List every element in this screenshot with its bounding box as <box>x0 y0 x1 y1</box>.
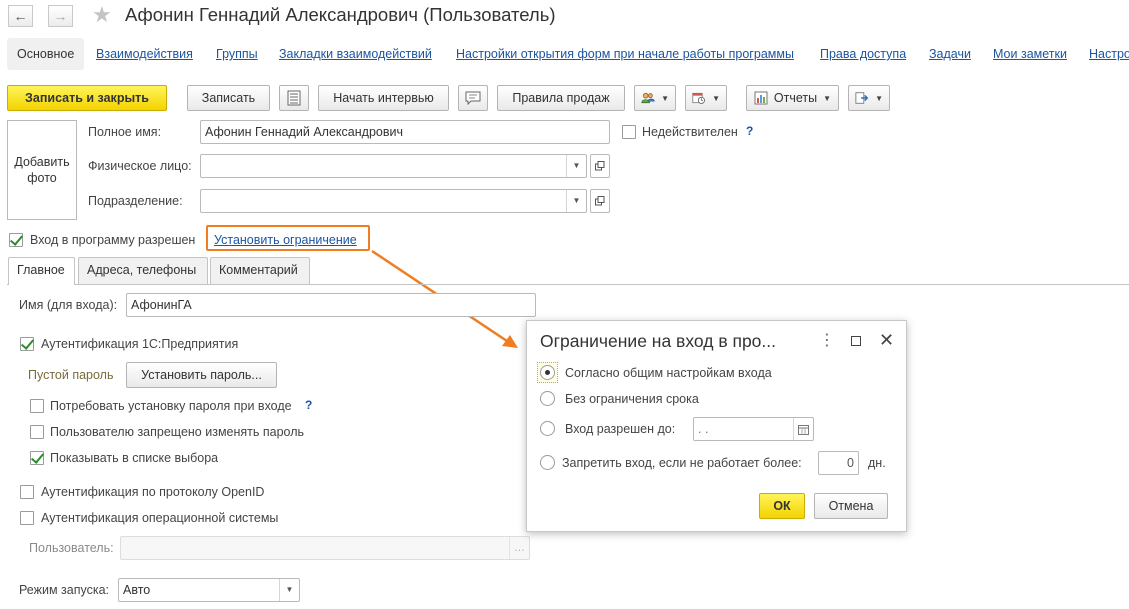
option-allowed-until-label: Вход разрешен до: <box>565 422 676 436</box>
os-user-input: … <box>120 536 530 560</box>
radio-deny-if-inactive[interactable] <box>540 455 555 470</box>
option-no-time-limit-label: Без ограничения срока <box>565 392 699 406</box>
tab-main[interactable]: Главное <box>8 257 75 285</box>
days-unit-label: дн. <box>868 456 886 470</box>
tab-comment[interactable]: Комментарий <box>210 257 310 284</box>
ellipsis-icon: … <box>509 537 529 559</box>
calendar-grid-icon <box>798 424 809 435</box>
launch-mode-select[interactable]: Авто ▼ <box>118 578 300 602</box>
option-general-settings-label: Согласно общим настройкам входа <box>565 366 772 380</box>
auth-1c-checkbox[interactable] <box>20 337 34 351</box>
close-icon[interactable]: ✕ <box>879 331 894 349</box>
dialog-title: Ограничение на вход в про... <box>540 331 777 351</box>
option-deny-if-inactive-label: Запретить вход, если не работает более: <box>562 456 802 470</box>
more-vertical-icon[interactable]: ⋮ <box>819 333 835 349</box>
os-auth-label: Аутентификация операционной системы <box>41 511 279 525</box>
allowed-until-date-input[interactable]: . . <box>693 417 814 441</box>
login-name-label: Имя (для входа): <box>19 298 118 312</box>
radio-no-time-limit[interactable] <box>540 391 555 406</box>
openid-checkbox[interactable] <box>20 485 34 499</box>
tab-addresses[interactable]: Адреса, телефоны <box>78 257 208 284</box>
openid-label: Аутентификация по протоколу OpenID <box>41 485 265 499</box>
allowed-until-date-value: . . <box>698 422 709 436</box>
forbid-change-password-label: Пользователю запрещено изменять пароль <box>50 425 305 439</box>
launch-mode-label: Режим запуска: <box>19 583 109 597</box>
require-password-checkbox[interactable] <box>30 399 44 413</box>
launch-mode-value: Авто <box>123 583 151 597</box>
cancel-button[interactable]: Отмена <box>814 493 888 519</box>
require-password-label: Потребовать установку пароля при входе <box>50 399 292 413</box>
maximize-icon[interactable] <box>851 336 861 346</box>
login-name-input[interactable]: АфонинГА <box>126 293 536 317</box>
show-in-list-checkbox[interactable] <box>30 451 44 465</box>
help-icon[interactable]: ? <box>305 398 312 412</box>
tab-divider <box>7 284 1129 285</box>
os-user-label: Пользователь: <box>29 541 114 555</box>
inactive-days-input[interactable]: 0 <box>818 451 859 475</box>
login-restriction-dialog: Ограничение на вход в про... ⋮ ✕ Согласн… <box>526 320 907 532</box>
forbid-change-password-checkbox[interactable] <box>30 425 44 439</box>
show-in-list-label: Показывать в списке выбора <box>50 451 219 465</box>
empty-password-label: Пустой пароль <box>28 368 114 382</box>
ok-button[interactable]: ОК <box>759 493 805 519</box>
os-auth-checkbox[interactable] <box>20 511 34 525</box>
calendar-icon[interactable] <box>793 418 813 440</box>
radio-general-settings[interactable] <box>540 365 555 380</box>
set-password-button[interactable]: Установить пароль... <box>126 362 277 388</box>
chevron-down-icon[interactable]: ▼ <box>279 579 299 601</box>
radio-allowed-until[interactable] <box>540 421 555 436</box>
auth-1c-label: Аутентификация 1С:Предприятия <box>41 337 239 351</box>
